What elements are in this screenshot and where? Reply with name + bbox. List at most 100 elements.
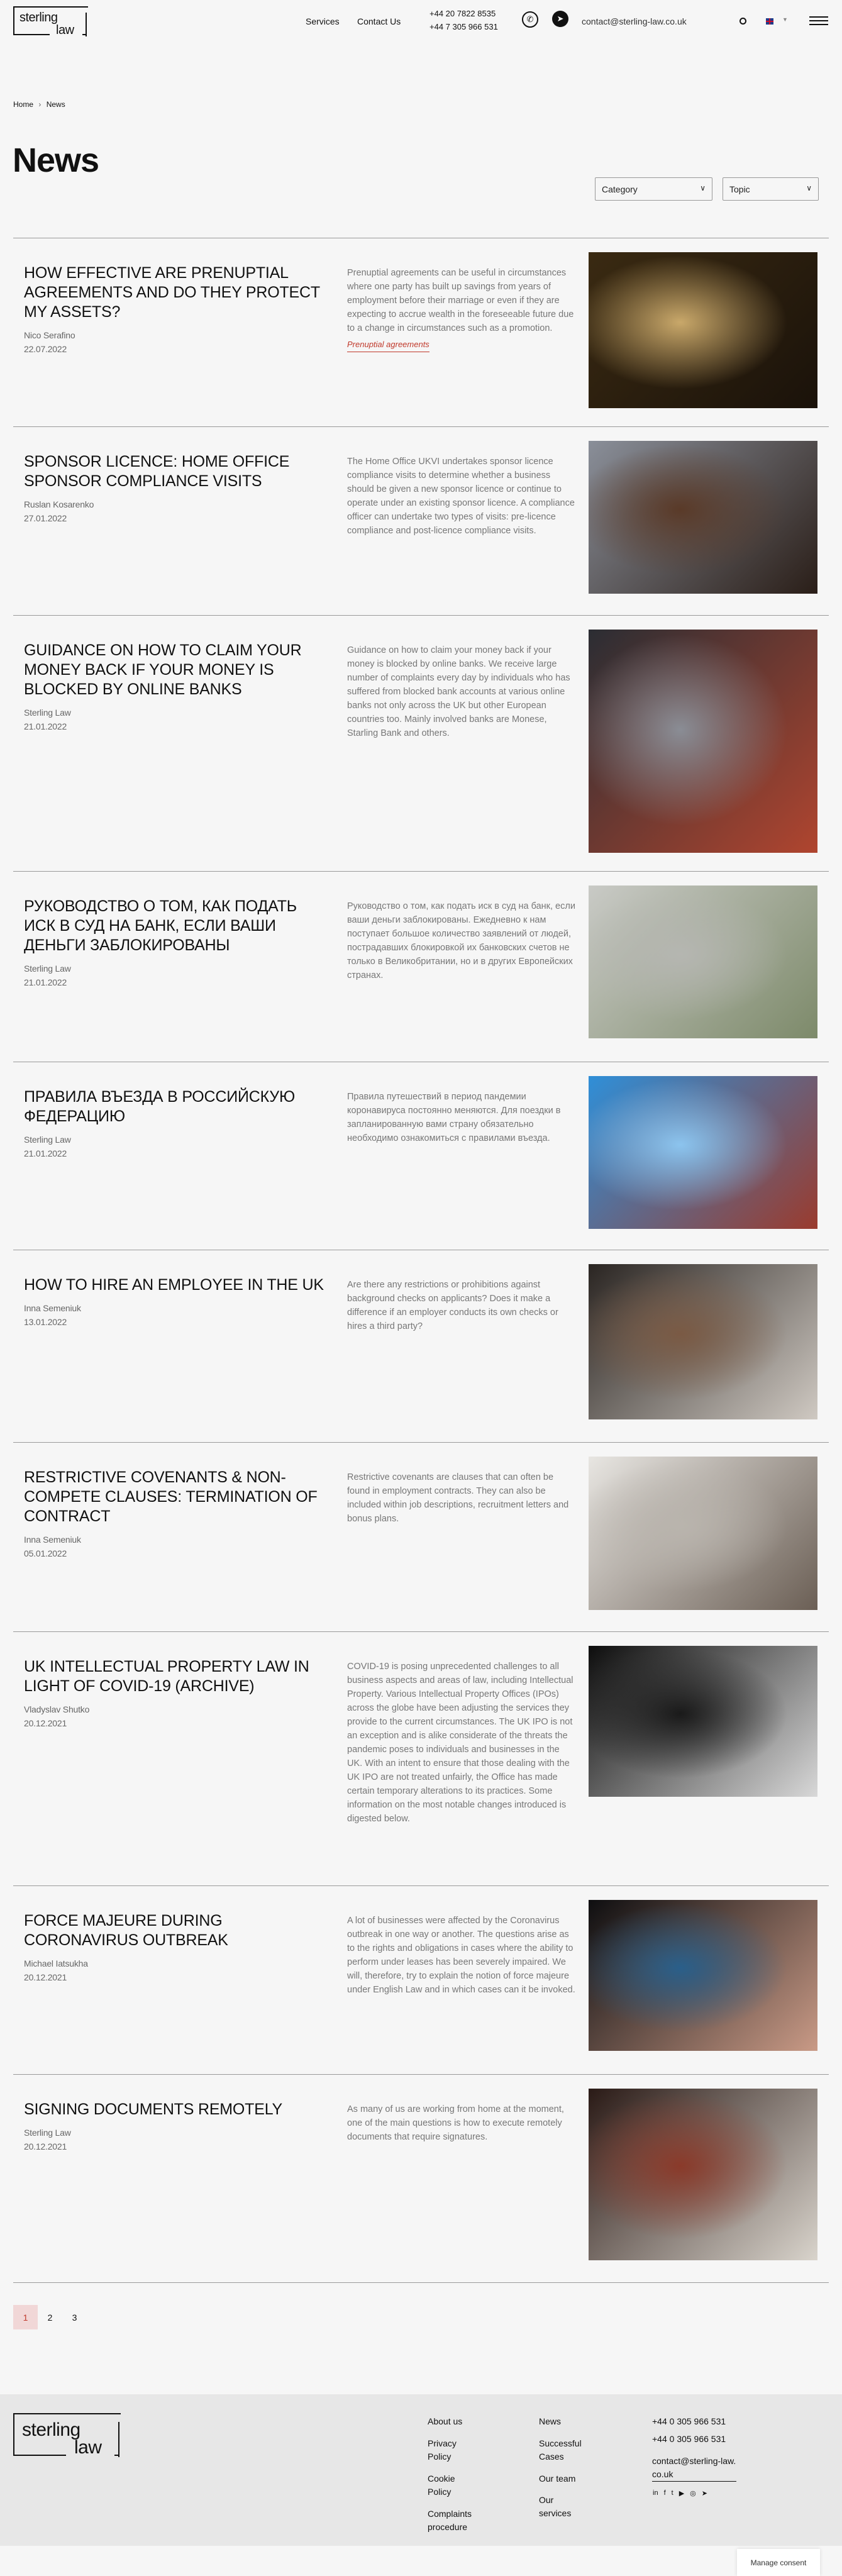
article-row[interactable]: How to hire an employee in the UK Inna S… [13,1250,829,1442]
article-image[interactable] [589,252,817,408]
article-row[interactable]: Signing documents remotely Sterling Law 2… [13,2074,829,2282]
manage-consent-button[interactable]: Manage consent [737,2549,820,2576]
article-row[interactable]: UK Intellectual Property Law in light of… [13,1631,829,1885]
article-author: Sterling Law [24,708,71,718]
footer-phone[interactable]: +44 0 305 966 531 [652,2433,740,2446]
footer-link-our-team[interactable]: Our team [539,2472,589,2485]
article-image[interactable] [589,2089,817,2260]
article-date: 20.12.2021 [24,1972,67,1982]
article-meta: Nico Serafino 22.07.2022 [24,328,332,356]
breadcrumb-separator: › [38,100,42,109]
article-image[interactable] [589,886,817,1038]
article-excerpt-text: Правила путешествий в период пандемии ко… [347,1092,561,1143]
phone-link[interactable]: +44 7 305 966 531 [429,21,498,32]
facebook-icon[interactable]: f [664,2489,666,2497]
language-chevron-icon[interactable]: ▼ [782,16,788,23]
category-select[interactable]: Category ∨ [595,177,712,201]
article-title-text: Руководство о том, как подать иск в суд … [24,897,297,954]
topic-select-value: Topic [729,184,750,194]
article-row[interactable]: Руководство о том, как подать иск в суд … [13,871,829,1062]
social-links: in f t ▶ ◎ ➤ [653,2489,707,2497]
article-row[interactable]: Force majeure during coronavirus outbrea… [13,1885,829,2074]
article-title-text: Restrictive covenants & non-compete clau… [24,1468,318,1525]
article-date: 05.01.2022 [24,1548,67,1558]
logo-text: law [74,2437,102,2458]
article-excerpt: A lot of businesses were affected by the… [347,1914,577,1997]
hamburger-icon[interactable] [809,16,828,25]
article-author: Sterling Law [24,2128,71,2138]
uk-flag-icon[interactable] [766,18,773,25]
footer-link-cookie-policy[interactable]: Cookie Policy [428,2472,465,2499]
youtube-icon[interactable]: ▶ [679,2489,684,2497]
phone-link[interactable]: +44 20 7822 8535 [429,8,498,19]
page-3[interactable]: 3 [62,2305,87,2329]
twitter-icon[interactable]: t [672,2489,673,2497]
breadcrumb: Home › News [13,100,65,109]
article-row[interactable]: How effective are prenuptial agreements … [13,238,829,426]
nav-services[interactable]: Services [306,16,340,26]
article-title[interactable]: Signing documents remotely Sterling Law 2… [24,2100,332,2153]
article-author: Sterling Law [24,1135,71,1145]
topic-select[interactable]: Topic ∨ [723,177,819,201]
footer-link-successful-cases[interactable]: Successful Cases [539,2437,589,2463]
article-row[interactable]: Правила въезда в Российскую Федерацию St… [13,1062,829,1250]
article-meta: Sterling Law 21.01.2022 [24,962,332,989]
article-excerpt: As many of us are working from home at t… [347,2102,577,2144]
article-title[interactable]: Restrictive covenants & non-compete clau… [24,1468,332,1560]
article-image[interactable] [589,441,817,594]
article-image[interactable] [589,1900,817,2051]
breadcrumb-home[interactable]: Home [13,100,33,109]
article-author: Inna Semeniuk [24,1535,81,1545]
article-date: 13.01.2022 [24,1317,67,1327]
article-meta: Ruslan Kosarenko 27.01.2022 [24,497,332,525]
article-row[interactable]: Sponsor Licence: Home Office Sponsor Com… [13,426,829,615]
article-title[interactable]: UK Intellectual Property Law in light of… [24,1657,332,1730]
article-excerpt: The Home Office UKVI undertakes sponsor … [347,455,577,538]
article-title[interactable]: Правила въезда в Российскую Федерацию St… [24,1087,332,1160]
header-logo[interactable]: sterling law [13,6,88,37]
page-1[interactable]: 1 [13,2305,38,2329]
footer-logo[interactable]: sterling law [13,2413,121,2458]
footer-link-complaints[interactable]: Complaints procedure [428,2507,478,2534]
article-image[interactable] [589,630,817,853]
footer-email[interactable]: contact@sterling-law.co.uk [652,2455,736,2482]
nav-contact-us[interactable]: Contact Us [357,16,401,26]
article-title[interactable]: Guidance on how to claim your money back… [24,641,332,733]
category-select-value: Category [602,184,638,194]
article-image[interactable] [589,1076,817,1229]
chevron-down-icon: ∨ [700,184,706,192]
instagram-icon[interactable]: ◎ [690,2489,696,2497]
article-title[interactable]: How to hire an employee in the UK Inna S… [24,1275,332,1329]
whatsapp-icon[interactable]: ✆ [522,11,538,28]
footer-link-our-services[interactable]: Our services [539,2494,577,2520]
telegram-icon[interactable]: ➤ [702,2489,707,2497]
page-2[interactable]: 2 [38,2305,62,2329]
article-author: Ruslan Kosarenko [24,499,94,509]
article-title-text: Force majeure during coronavirus outbrea… [24,1912,228,1949]
article-title[interactable]: Force majeure during coronavirus outbrea… [24,1911,332,1984]
article-excerpt-text: Prenuptial agreements can be useful in c… [347,268,574,333]
footer-link-news[interactable]: News [539,2415,589,2428]
article-title-text: UK Intellectual Property Law in light of… [24,1658,309,1695]
header-email[interactable]: contact@sterling-law.co.uk [582,16,687,26]
article-date: 27.01.2022 [24,513,67,523]
page-title: News [13,142,99,179]
article-row[interactable]: Restrictive covenants & non-compete clau… [13,1442,829,1631]
article-image[interactable] [589,1646,817,1797]
telegram-icon[interactable]: ➤ [552,11,568,27]
article-title-text: How to hire an employee in the UK [24,1276,324,1294]
footer-phone[interactable]: +44 0 305 966 531 [652,2415,740,2428]
article-title[interactable]: How effective are prenuptial agreements … [24,264,332,356]
article-title[interactable]: Руководство о том, как подать иск в суд … [24,897,332,989]
article-row[interactable]: Guidance on how to claim your money back… [13,615,829,871]
footer-link-about-us[interactable]: About us [428,2415,478,2428]
logo-text: law [56,23,74,37]
search-icon[interactable] [740,18,746,25]
article-meta: Michael Iatsukha 20.12.2021 [24,1957,332,1984]
article-image[interactable] [589,1457,817,1610]
article-tag-link[interactable]: Prenuptial agreements [347,338,429,352]
article-image[interactable] [589,1264,817,1419]
article-title[interactable]: Sponsor Licence: Home Office Sponsor Com… [24,452,332,525]
footer-link-privacy-policy[interactable]: Privacy Policy [428,2437,465,2463]
linkedin-icon[interactable]: in [653,2489,658,2497]
